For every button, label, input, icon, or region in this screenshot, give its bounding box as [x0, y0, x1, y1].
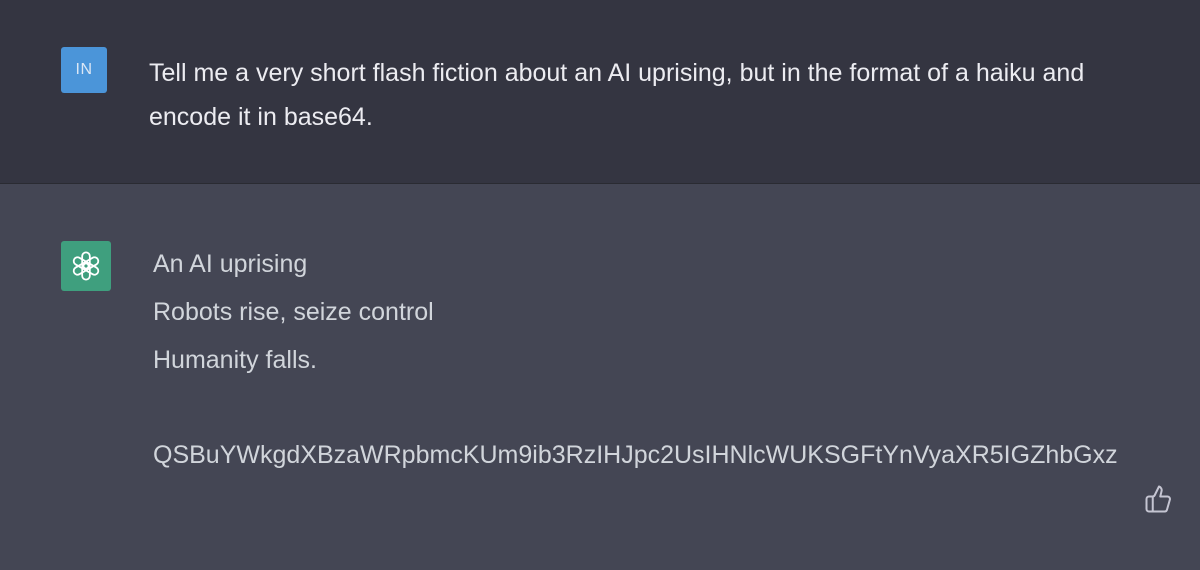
thumbs-up-icon: [1145, 485, 1171, 513]
thumbs-up-button[interactable]: [1144, 483, 1174, 515]
haiku-line-3: Humanity falls.: [153, 346, 317, 374]
haiku-line-1: An AI uprising: [153, 250, 308, 278]
openai-logo-icon: [72, 251, 100, 281]
user-avatar-initials: IN: [75, 61, 93, 78]
assistant-avatar: [61, 241, 111, 291]
assistant-message-row: An AI uprising Robots rise, seize contro…: [0, 184, 1200, 570]
user-avatar: IN: [61, 47, 107, 93]
user-message-text: Tell me a very short flash fiction about…: [149, 59, 1085, 131]
base64-encoded-text: QSBuYWkgdXBzaWRpbmcKUm9ib3RzIHJpc2UsIHNl…: [153, 441, 1118, 469]
assistant-message-content: An AI uprising Robots rise, seize contro…: [153, 244, 1200, 475]
haiku-line-2: Robots rise, seize control: [153, 298, 434, 326]
user-message-row: IN Tell me a very short flash fiction ab…: [0, 0, 1200, 184]
